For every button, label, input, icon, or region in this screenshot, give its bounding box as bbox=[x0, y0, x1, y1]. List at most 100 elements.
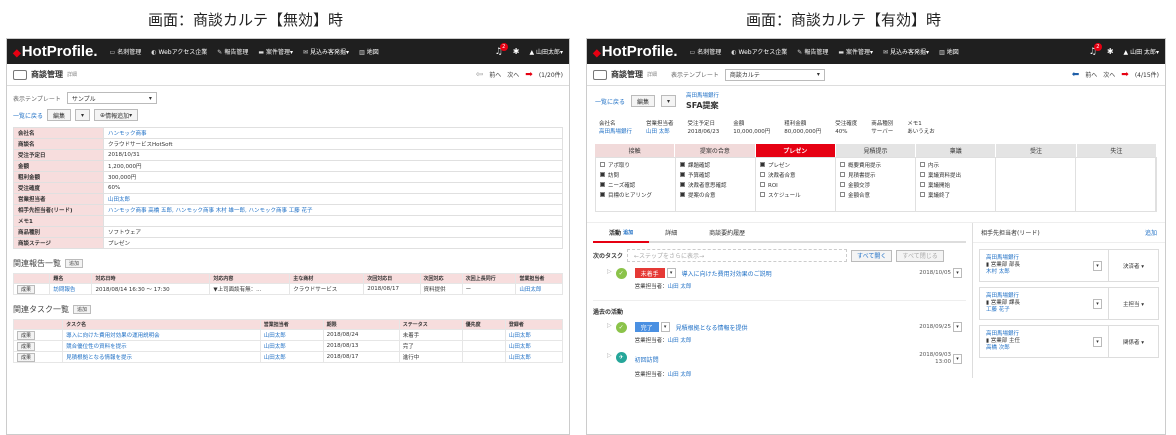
user-menu[interactable]: ▲ 山田太郎▾ bbox=[529, 47, 563, 56]
owner-link[interactable]: 山田 太郎 bbox=[668, 372, 692, 378]
checkbox[interactable] bbox=[680, 172, 685, 177]
checklist-item[interactable]: 金額合意 bbox=[840, 191, 911, 201]
checkbox[interactable] bbox=[920, 172, 925, 177]
step-more-button[interactable]: ←ステップをさらに表示→ bbox=[627, 249, 848, 262]
bell-icon[interactable]: ♫ 2 bbox=[495, 42, 508, 57]
tab-history[interactable]: 商談要約履歴 bbox=[693, 222, 761, 242]
contact-dropdown[interactable]: ▾ bbox=[1093, 336, 1102, 347]
contact-company[interactable]: 高田馬場銀行 bbox=[986, 293, 1093, 300]
stage-接触[interactable]: 接触 bbox=[595, 144, 675, 157]
checkbox[interactable] bbox=[680, 192, 685, 197]
prev-link[interactable]: 前へ bbox=[1085, 70, 1097, 79]
checkbox[interactable] bbox=[600, 182, 605, 187]
summary-value[interactable]: 山田 太郎 bbox=[646, 128, 674, 136]
nav-item-1[interactable]: ◐ Webアクセス企業 bbox=[151, 47, 207, 56]
expand-icon[interactable]: ▷ bbox=[607, 352, 612, 359]
checkbox[interactable] bbox=[920, 162, 925, 167]
contact-dropdown[interactable]: ▾ bbox=[1093, 298, 1102, 309]
prev-arrow-icon[interactable]: ⬅ bbox=[1072, 70, 1080, 80]
row-edit-button[interactable]: 成果 bbox=[17, 352, 36, 362]
checklist-item[interactable]: 決裁者合意 bbox=[760, 171, 831, 181]
owner-link[interactable]: 山田 太郎 bbox=[668, 338, 692, 344]
add-report-button[interactable]: 追加 bbox=[65, 259, 84, 268]
next-link[interactable]: 次へ bbox=[507, 70, 519, 79]
next-link[interactable]: 次へ bbox=[1103, 70, 1115, 79]
status-dropdown[interactable]: ▾ bbox=[666, 268, 676, 278]
contact-role[interactable]: 決済者 ▾ bbox=[1108, 250, 1158, 281]
contact-name[interactable]: 工藤 花子 bbox=[986, 307, 1093, 314]
checklist-item[interactable]: アポ取り bbox=[600, 161, 671, 171]
logo[interactable]: ◆HotProfile. bbox=[13, 43, 98, 60]
status-badge[interactable]: 未着手 bbox=[634, 268, 665, 278]
contact-company[interactable]: 高田馬場銀行 bbox=[986, 255, 1093, 262]
row-cell[interactable]: 競合優位性の資料を提示 bbox=[62, 340, 261, 352]
activity-title[interactable]: 導入に向けた費用対効果のご説明 bbox=[682, 269, 772, 278]
next-arrow-icon[interactable]: ➡ bbox=[525, 70, 533, 80]
contact-role[interactable]: 主担当 ▾ bbox=[1108, 288, 1158, 319]
checklist-item[interactable]: 目標のヒアリング bbox=[600, 191, 671, 201]
contact-name[interactable]: 高橋 次郎 bbox=[986, 345, 1093, 352]
checklist-item[interactable]: 見積書提示 bbox=[840, 171, 911, 181]
tab-activity[interactable]: 活動 追加 bbox=[593, 223, 650, 243]
checkbox[interactable] bbox=[760, 192, 765, 197]
nav-item-0[interactable]: ▭ 名刺管理 bbox=[690, 47, 722, 56]
checkbox[interactable] bbox=[680, 182, 685, 187]
nav-item-5[interactable]: ▥ 地図 bbox=[359, 47, 379, 56]
row-cell[interactable]: 導入に向けた費用対効果の運用説明会 bbox=[62, 329, 261, 341]
checklist-item[interactable]: スケジュール bbox=[760, 191, 831, 201]
checklist-item[interactable]: 稟議終了 bbox=[920, 191, 991, 201]
add-task-button[interactable]: 追加 bbox=[73, 305, 92, 314]
checklist-item[interactable]: プレゼン bbox=[760, 161, 831, 171]
row-cell[interactable]: 山田太郎 bbox=[504, 340, 564, 352]
checklist-item[interactable]: 提案の合意 bbox=[680, 191, 751, 201]
checkbox[interactable] bbox=[680, 162, 685, 167]
checklist-item[interactable]: 概要費用提示 bbox=[840, 161, 911, 171]
template-select[interactable]: サンプル ▾ bbox=[66, 92, 157, 104]
back-link[interactable]: 一覧に戻る bbox=[595, 97, 625, 106]
row-cell[interactable]: 山田太郎 bbox=[259, 340, 324, 352]
checkbox[interactable] bbox=[840, 172, 845, 177]
checklist-item[interactable]: 金額交渉 bbox=[840, 181, 911, 191]
activity-menu-dropdown[interactable]: ▾ bbox=[953, 354, 962, 364]
row-cell[interactable]: 山田太郎 bbox=[515, 283, 563, 295]
gear-icon[interactable]: ✱ bbox=[1107, 47, 1114, 56]
contact-dropdown[interactable]: ▾ bbox=[1093, 260, 1102, 271]
status-dropdown[interactable]: ▾ bbox=[660, 322, 670, 332]
template-select[interactable]: 商談カルテ ▾ bbox=[724, 68, 825, 81]
field-value[interactable]: ハンモック商事 bbox=[103, 127, 563, 139]
checklist-item[interactable]: 稟議開始 bbox=[920, 181, 991, 191]
checklist-item[interactable]: ニーズ確認 bbox=[600, 181, 671, 191]
checklist-item[interactable]: 課題確認 bbox=[680, 161, 751, 171]
expand-icon[interactable]: ▷ bbox=[607, 268, 612, 275]
checklist-item[interactable]: 予算確認 bbox=[680, 171, 751, 181]
checkbox[interactable] bbox=[840, 192, 845, 197]
stage-見積提示[interactable]: 見積提示 bbox=[835, 144, 916, 157]
field-value[interactable]: ハンモック商事 高橋 五郎, ハンモック商事 木村 雄一郎, ハンモック商事 工… bbox=[103, 204, 563, 216]
nav-item-5[interactable]: ▥ 地図 bbox=[939, 47, 959, 56]
stage-失注[interactable]: 失注 bbox=[1076, 144, 1156, 157]
gear-icon[interactable]: ✱ bbox=[513, 47, 520, 56]
add-info-button[interactable]: ⊕ 情報追加 ▾ bbox=[94, 109, 139, 121]
edit-button[interactable]: 編集 bbox=[47, 109, 72, 121]
nav-item-0[interactable]: ▭ 名刺管理 bbox=[110, 47, 142, 56]
checkbox[interactable] bbox=[920, 182, 925, 187]
checklist-item[interactable]: 稟議資料提出 bbox=[920, 171, 991, 181]
nav-item-1[interactable]: ◐ Webアクセス企業 bbox=[731, 47, 787, 56]
edit-button[interactable]: 編集 bbox=[631, 95, 656, 107]
stage-プレゼン[interactable]: プレゼン bbox=[755, 144, 835, 157]
checkbox[interactable] bbox=[760, 182, 765, 187]
row-edit-button[interactable]: 成果 bbox=[17, 341, 36, 351]
prev-link[interactable]: 前へ bbox=[489, 70, 501, 79]
checkbox[interactable] bbox=[920, 192, 925, 197]
contact-name[interactable]: 木村 太郎 bbox=[986, 269, 1093, 276]
checklist-item[interactable]: ROI bbox=[760, 181, 831, 191]
row-cell[interactable]: 訪問報告 bbox=[49, 283, 93, 295]
row-cell[interactable]: 山田太郎 bbox=[259, 351, 324, 363]
contacts-add-link[interactable]: 追加 bbox=[1145, 228, 1157, 237]
nav-item-4[interactable]: ✉ 見込み客発掘▾ bbox=[883, 47, 929, 56]
open-all-button[interactable]: すべて開く bbox=[851, 249, 893, 262]
company-link[interactable]: 高田馬場銀行 bbox=[686, 92, 719, 101]
row-cell[interactable]: 山田太郎 bbox=[259, 329, 324, 341]
back-link[interactable]: 一覧に戻る bbox=[13, 111, 43, 120]
tab-detail[interactable]: 詳細 bbox=[649, 222, 693, 242]
